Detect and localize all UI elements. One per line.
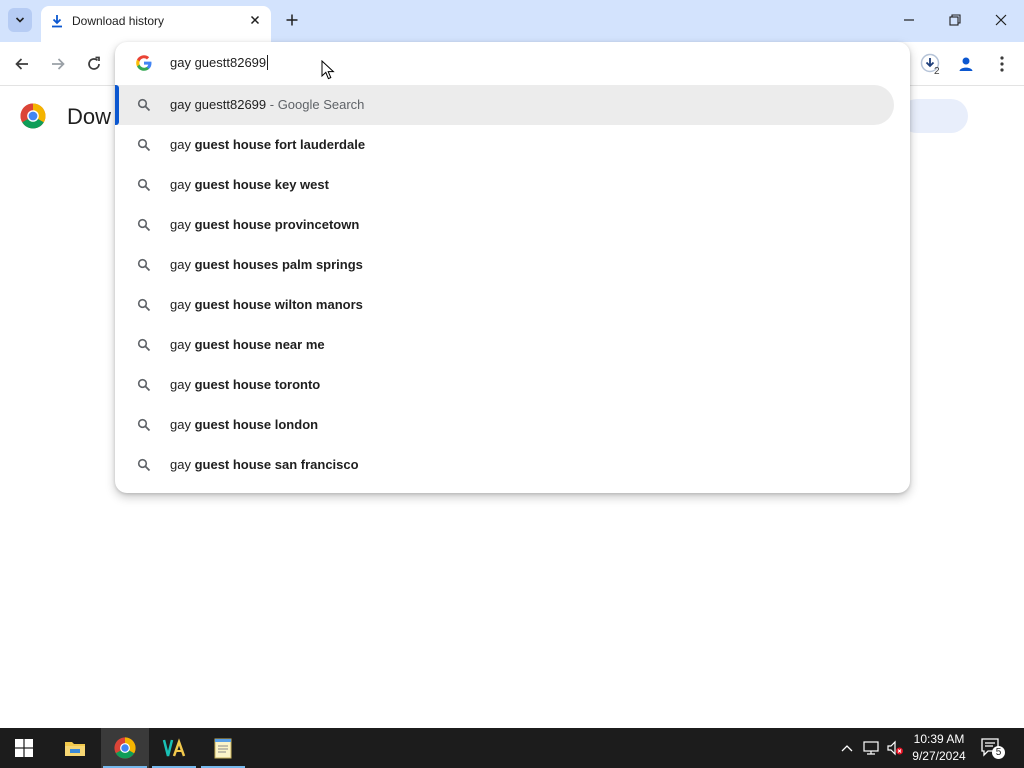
close-icon	[995, 14, 1007, 26]
plus-icon	[286, 14, 298, 26]
menu-button[interactable]	[990, 52, 1014, 76]
page-search-field[interactable]	[900, 99, 968, 133]
taskbar-file-explorer[interactable]	[51, 728, 99, 768]
search-icon	[137, 298, 151, 312]
tab-download-history[interactable]: Download history	[41, 6, 271, 42]
suggestion-text: gay guest house provincetown	[170, 217, 360, 232]
notepad-icon	[214, 738, 232, 759]
page-title: Dow	[67, 104, 112, 129]
downloads-count: 2	[934, 66, 940, 77]
arrow-left-icon	[15, 58, 28, 70]
restore-icon	[949, 14, 961, 26]
taskbar-chrome[interactable]	[101, 728, 149, 768]
omnibox-text: gay guestt82699	[170, 55, 269, 70]
new-tab-button[interactable]	[282, 10, 302, 30]
more-vert-icon	[1000, 56, 1004, 72]
search-icon	[137, 338, 151, 352]
suggestion-text: gay guest house near me	[170, 337, 325, 352]
profile-icon	[959, 57, 973, 71]
clock-time: 10:39 AM	[913, 732, 965, 746]
suggestion-text: gay guest house wilton manors	[170, 297, 363, 312]
windows-start-icon	[15, 739, 33, 757]
selection-indicator	[115, 85, 119, 125]
close-window-button[interactable]	[989, 8, 1013, 32]
omnibox-value: gay guestt82699	[170, 55, 267, 70]
system-clock[interactable]: 10:39 AM 9/27/2024	[904, 731, 974, 765]
google-icon	[136, 55, 152, 71]
profile-button[interactable]	[954, 52, 978, 76]
reload-button[interactable]	[82, 52, 106, 76]
omnibox-dropdown: gay guestt82699 gay guestt82699 - Google…	[115, 42, 910, 493]
taskbar-notepad[interactable]	[199, 728, 247, 768]
tab-close-button[interactable]	[247, 12, 263, 28]
restore-button[interactable]	[943, 8, 967, 32]
download-icon	[52, 15, 62, 28]
search-icon	[137, 218, 151, 232]
minimize-button[interactable]	[897, 8, 921, 32]
taskbar-vs-app[interactable]	[150, 728, 198, 768]
search-icon	[137, 378, 151, 392]
downloads-button[interactable]: 2	[918, 52, 942, 77]
omnibox-input[interactable]: gay guestt82699	[115, 42, 910, 84]
action-center-button[interactable]: 5	[980, 736, 1006, 760]
show-hidden-icons-button[interactable]	[837, 738, 857, 758]
search-icon	[137, 258, 151, 272]
suggestion-text: gay guestt82699 - Google Search	[170, 97, 365, 112]
search-icon	[137, 418, 151, 432]
suggestion-item[interactable]: gay guest house provincetown	[115, 205, 894, 245]
suggestion-item[interactable]: gay guestt82699 - Google Search	[115, 85, 894, 125]
chrome-logo-icon	[20, 103, 46, 129]
reload-icon	[88, 56, 100, 70]
chrome-icon	[114, 737, 136, 759]
suggestion-item[interactable]: gay guest house san francisco	[115, 445, 894, 485]
chevron-up-icon	[841, 745, 853, 752]
arrow-right-icon	[52, 58, 65, 70]
suggestion-item[interactable]: gay guest house toronto	[115, 365, 894, 405]
close-icon	[250, 15, 260, 25]
vs-app-icon	[162, 738, 186, 757]
suggestion-text: gay guest houses palm springs	[170, 257, 363, 272]
taskbar: 10:39 AM 9/27/2024 5	[0, 728, 1024, 768]
notification-count: 5	[992, 746, 1005, 759]
suggestion-item[interactable]: gay guest house wilton manors	[115, 285, 894, 325]
suggestion-text: gay guest house toronto	[170, 377, 321, 392]
volume-muted-icon	[887, 740, 903, 756]
suggestion-text: gay guest house san francisco	[170, 457, 359, 472]
search-icon	[137, 98, 151, 112]
suggestion-text: gay guest house london	[170, 417, 319, 432]
suggestion-item[interactable]: gay guest house london	[115, 405, 894, 445]
suggestion-item[interactable]: gay guest house key west	[115, 165, 894, 205]
back-button[interactable]	[10, 52, 34, 76]
volume-button[interactable]	[885, 738, 905, 758]
minimize-icon	[904, 19, 914, 21]
tab-search-button[interactable]	[8, 8, 32, 32]
file-explorer-icon	[65, 742, 85, 756]
suggestion-text: gay guest house key west	[170, 177, 329, 192]
tab-strip: Download history	[0, 0, 1024, 42]
search-icon	[137, 178, 151, 192]
forward-button[interactable]	[46, 52, 70, 76]
mouse-cursor-icon	[321, 60, 335, 80]
suggestion-item[interactable]: gay guest houses palm springs	[115, 245, 894, 285]
network-icon	[863, 741, 879, 755]
tab-title: Download history	[72, 14, 165, 28]
network-button[interactable]	[861, 738, 881, 758]
suggestion-text: gay guest house fort lauderdale	[170, 137, 366, 152]
chevron-down-icon	[15, 17, 25, 23]
search-icon	[137, 458, 151, 472]
search-icon	[137, 138, 151, 152]
clock-date: 9/27/2024	[912, 749, 966, 763]
suggestion-item[interactable]: gay guest house near me	[115, 325, 894, 365]
text-caret	[267, 55, 269, 70]
suggestion-item[interactable]: gay guest house fort lauderdale	[115, 125, 894, 165]
start-button[interactable]	[0, 728, 48, 768]
